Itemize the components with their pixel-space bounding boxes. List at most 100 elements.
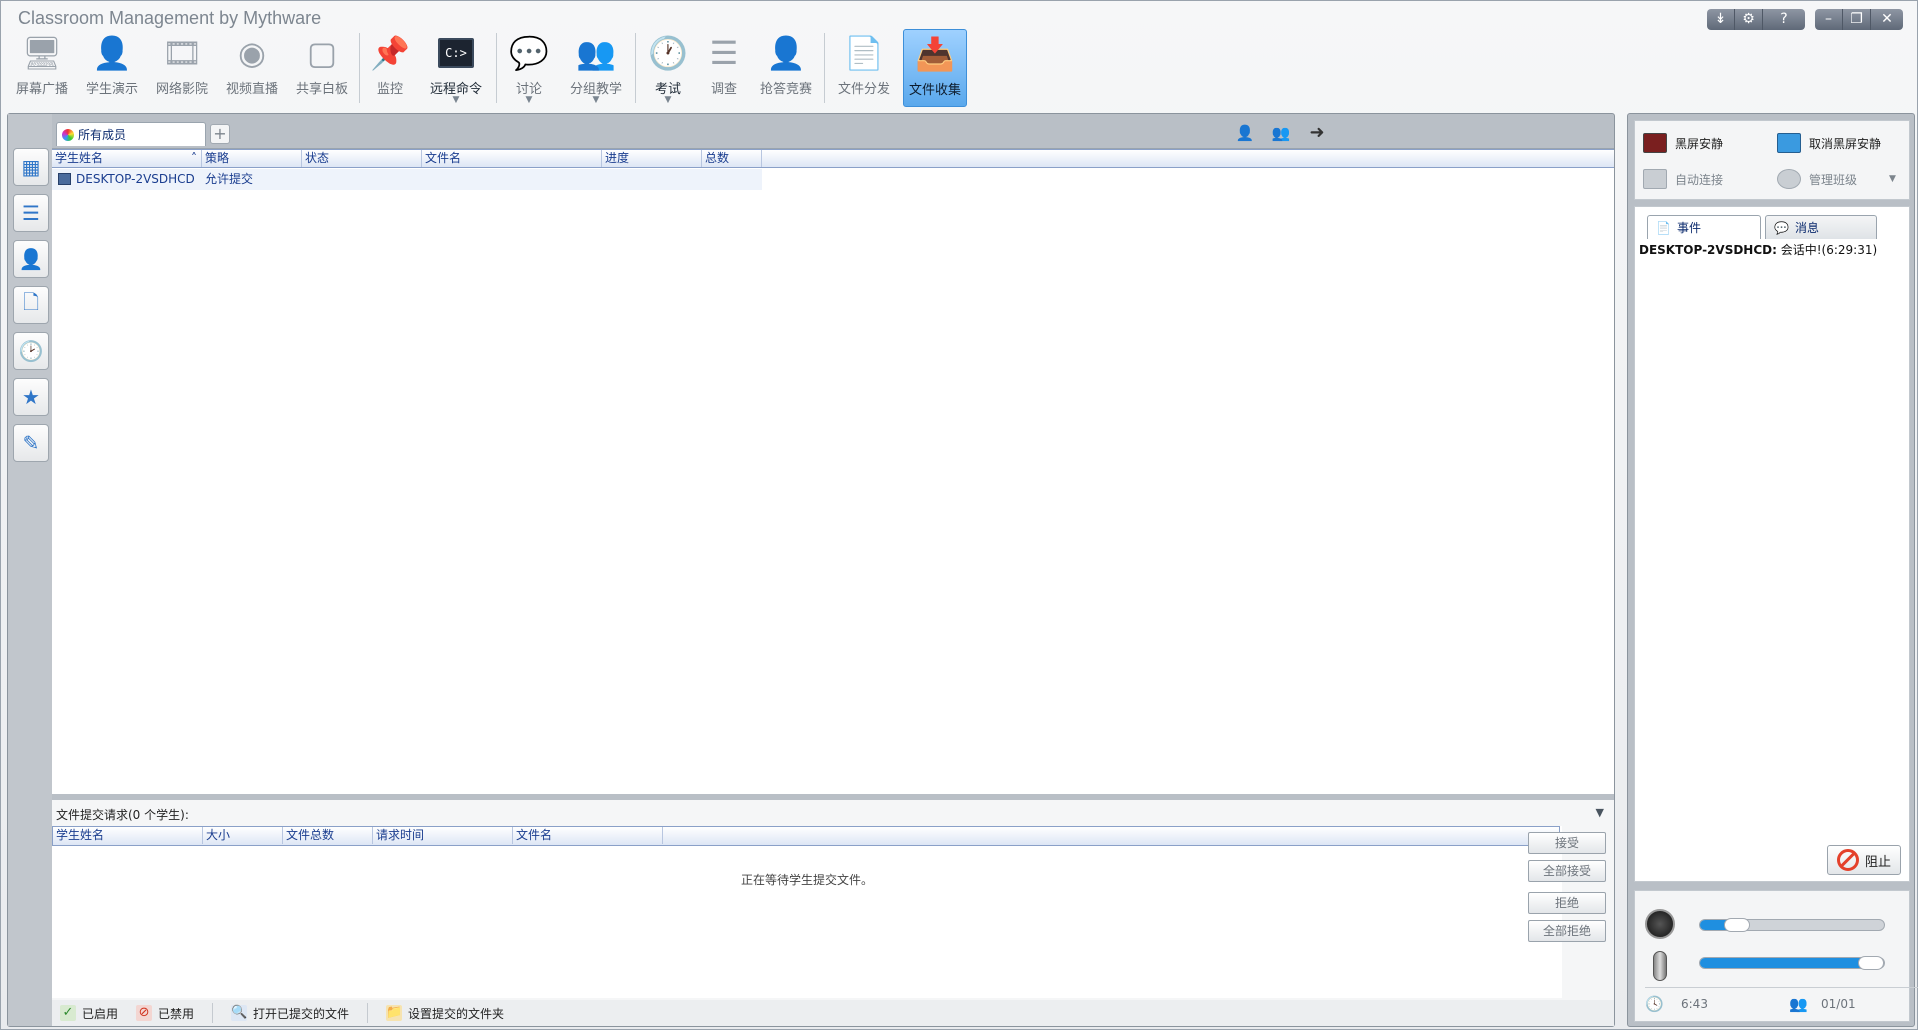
stop-button[interactable]: 阻止	[1827, 845, 1901, 875]
discussion-button[interactable]: 💬 讨论 ▼	[499, 29, 559, 107]
arrow-right-icon[interactable]: ➜	[1304, 122, 1330, 144]
user-count: 01/01	[1821, 997, 1856, 1011]
col-request-time[interactable]: 请求时间	[373, 827, 513, 844]
quiz-contest-button[interactable]: 👤 抢答竞赛	[750, 29, 822, 107]
remote-command-button[interactable]: C:> 远程命令 ▼	[418, 29, 494, 107]
slider-knob[interactable]	[1858, 956, 1884, 970]
user-icon	[1777, 169, 1801, 189]
event-source: DESKTOP-2VSDHCD:	[1639, 243, 1777, 257]
menu-down-icon[interactable]: ↡	[1707, 9, 1735, 30]
cell-progress	[602, 169, 702, 190]
collapse-arrow-icon[interactable]: ▼	[1596, 806, 1604, 819]
col-progress[interactable]: 进度	[602, 150, 702, 167]
settings-gear-icon[interactable]: ⚙	[1735, 9, 1763, 30]
chevron-down-icon[interactable]: ▼	[665, 95, 672, 105]
network-theater-button[interactable]: 🎞 网络影院	[147, 29, 217, 107]
tool-label: 文件分发	[837, 82, 890, 97]
tool-label: 共享白板	[295, 82, 348, 97]
col-student-name[interactable]: 学生姓名 ˄	[52, 150, 202, 167]
file-collect-button[interactable]: 📥 文件收集	[903, 29, 967, 107]
video-live-button[interactable]: ◉ 视频直播	[217, 29, 287, 107]
divider	[1645, 987, 1918, 988]
col-student-name[interactable]: 学生姓名	[53, 827, 203, 844]
reject-all-button[interactable]: 全部拒绝	[1528, 920, 1606, 942]
close-button[interactable]: ✕	[1871, 9, 1903, 30]
add-tab-button[interactable]: +	[210, 124, 230, 144]
cell-student-name: DESKTOP-2VSDHCD	[52, 169, 202, 190]
col-file-count[interactable]: 文件总数	[283, 827, 373, 844]
tab-label: 消息	[1794, 221, 1819, 235]
group-teaching-button[interactable]: 👥 分组教学 ▼	[559, 29, 633, 107]
set-submit-folder-button[interactable]: 📁 设置提交的文件夹	[386, 1005, 504, 1022]
chevron-down-icon[interactable]: ▼	[593, 95, 600, 105]
tab-all-members[interactable]: 所有成员	[56, 122, 206, 146]
color-wheel-icon	[62, 128, 74, 141]
toolbar-separator	[635, 33, 636, 103]
tool-label: 抢答竞赛	[759, 82, 812, 97]
right-panel: 黑屏安静 取消黑屏安静 自动连接 管理班级 ▼ 📄 事件 💬 消息 DESKTO…	[1627, 113, 1918, 1027]
user-status-view-button[interactable]: 👤	[13, 240, 49, 278]
history-view-button[interactable]: 🕑	[13, 332, 49, 370]
auto-connect-button[interactable]: 自动连接	[1643, 169, 1723, 189]
request-title: 文件提交请求(0 个学生):	[56, 808, 189, 822]
slider-knob[interactable]	[1724, 918, 1750, 932]
col-file-name[interactable]: 文件名	[513, 827, 663, 844]
table-row[interactable]: DESKTOP-2VSDHCD 允许提交	[52, 169, 762, 190]
restore-button[interactable]: ❐	[1843, 9, 1871, 30]
col-total[interactable]: 总数	[702, 150, 762, 167]
help-icon[interactable]: ?	[1763, 9, 1805, 30]
mic-volume-slider[interactable]	[1699, 956, 1885, 970]
toolbar-separator	[496, 33, 497, 103]
favorites-view-button[interactable]: ★	[13, 378, 49, 416]
student-demo-button[interactable]: 👤 学生演示	[77, 29, 147, 107]
tool-label: 屏幕广播	[15, 82, 68, 97]
add-student-icon[interactable]: 👤	[1232, 122, 1258, 144]
edit-view-button[interactable]: ✎	[13, 424, 49, 462]
speaker-volume-slider[interactable]	[1699, 918, 1885, 932]
document-icon: 🗋	[22, 290, 40, 314]
chevron-down-icon[interactable]: ▼	[526, 95, 533, 105]
tab-messages[interactable]: 💬 消息	[1765, 215, 1877, 239]
exam-button[interactable]: 🕐 考试 ▼	[638, 29, 698, 107]
tab-events[interactable]: 📄 事件	[1647, 215, 1761, 239]
black-screen-button[interactable]: 黑屏安静	[1643, 133, 1723, 153]
event-panel: 📄 事件 💬 消息 DESKTOP-2VSDHCD: 会话中!(6:29:31)…	[1634, 206, 1910, 882]
accept-all-button[interactable]: 全部接受	[1528, 860, 1606, 882]
chevron-down-icon[interactable]: ▼	[453, 95, 460, 105]
cancel-black-screen-button[interactable]: 取消黑屏安静	[1777, 133, 1881, 153]
disabled-button[interactable]: ⊘ 已禁用	[136, 1005, 194, 1022]
accept-button[interactable]: 接受	[1528, 832, 1606, 854]
minimize-button[interactable]: –	[1815, 9, 1843, 30]
remove-student-icon[interactable]: 👥	[1268, 122, 1294, 144]
enabled-button[interactable]: ✓ 已启用	[60, 1005, 118, 1022]
list-view-button[interactable]: ☰	[13, 194, 49, 232]
thumbnail-view-button[interactable]: ▦	[13, 148, 49, 186]
file-request-panel: 文件提交请求(0 个学生): ▼ 学生姓名 大小 文件总数 请求时间 文件名 正…	[52, 800, 1614, 1000]
student-grid-header: 学生姓名 ˄ 策略 状态 文件名 进度 总数	[52, 149, 1614, 168]
monitor-button[interactable]: 📌 监控	[362, 29, 418, 107]
survey-button[interactable]: ☰ 调查	[698, 29, 750, 107]
enabled-label: 已启用	[82, 1006, 119, 1021]
manage-class-button[interactable]: 管理班级 ▼	[1777, 169, 1896, 189]
users-icon: 👥	[1789, 995, 1808, 1013]
document-view-button[interactable]: 🗋	[13, 286, 49, 324]
col-file-name[interactable]: 文件名	[422, 150, 602, 167]
col-policy[interactable]: 策略	[202, 150, 302, 167]
file-distribute-button[interactable]: 📄 文件分发	[827, 29, 901, 107]
col-status[interactable]: 状态	[302, 150, 422, 167]
bottom-bar: ✓ 已启用 ⊘ 已禁用 🔍 打开已提交的文件 📁 设置提交的文件夹	[52, 1000, 1614, 1026]
open-submitted-label: 打开已提交的文件	[253, 1006, 350, 1021]
cell-policy: 允许提交	[205, 172, 254, 186]
shared-whiteboard-button[interactable]: ▢ 共享白板	[287, 29, 357, 107]
col-size[interactable]: 大小	[203, 827, 283, 844]
reject-button[interactable]: 拒绝	[1528, 892, 1606, 914]
elapsed-time: 6:43	[1681, 997, 1708, 1011]
user-star-icon: ★	[22, 385, 40, 409]
window-controls-group: – ❐ ✕	[1815, 9, 1903, 30]
open-submitted-files-button[interactable]: 🔍 打开已提交的文件	[231, 1005, 349, 1022]
chevron-down-icon[interactable]: ▼	[1889, 174, 1896, 184]
screen-broadcast-button[interactable]: 🖥 屏幕广播	[7, 29, 77, 107]
event-text: 会话中!(6:29:31)	[1780, 243, 1878, 257]
chat-bubbles-icon: 💬	[509, 34, 549, 72]
file-distribute-icon: 📄	[844, 34, 884, 72]
